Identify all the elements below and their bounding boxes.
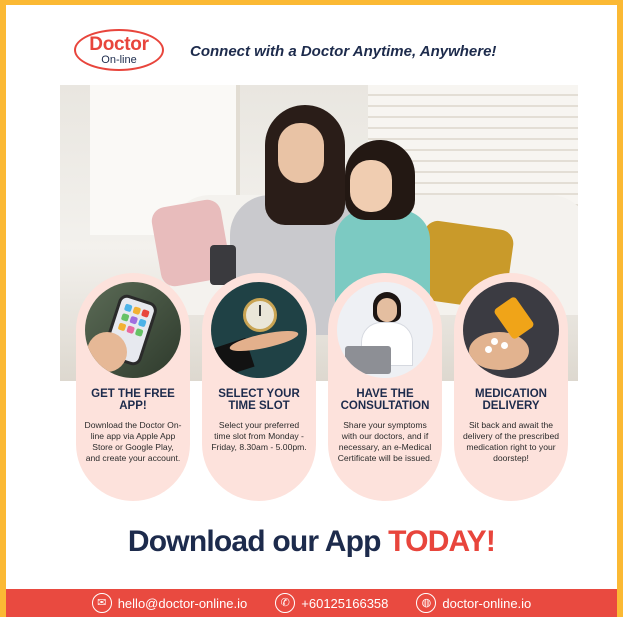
step-description: Download the Doctor On-line app via Appl…	[84, 420, 182, 463]
footer-phone[interactable]: ✆ +60125166358	[275, 593, 388, 613]
step-card-medication: MEDICATION DELIVERY Sit back and await t…	[454, 273, 568, 501]
pill-bottle-photo	[463, 282, 559, 378]
website-text: doctor-online.io	[442, 595, 532, 611]
step-title: HAVE THE CONSULTATION	[340, 388, 430, 412]
step-title: MEDICATION DELIVERY	[475, 388, 547, 412]
step-title: SELECT YOUR TIME SLOT	[218, 388, 300, 412]
step-card-get-app: GET THE FREE APP! Download the Doctor On…	[76, 273, 190, 501]
phone-icon: ✆	[275, 593, 296, 613]
mail-icon: ✉	[91, 593, 112, 613]
phone-apps-photo	[85, 282, 181, 378]
logo-main-text: Doctor	[89, 33, 149, 55]
cta-text: Download our App	[127, 525, 382, 558]
poster-card: Doctor On-line Connect with a Doctor Any…	[6, 5, 617, 589]
globe-icon: ◍	[416, 593, 437, 613]
step-description: Sit back and await the delivery of the p…	[462, 420, 559, 463]
doctor-consultation-photo	[337, 282, 433, 378]
contact-footer: ✉ hello@doctor-online.io ✆ +60125166358 …	[6, 589, 617, 617]
email-text: hello@doctor-online.io	[117, 595, 248, 611]
step-title: GET THE FREE APP!	[91, 388, 175, 412]
tagline: Connect with a Doctor Anytime, Anywhere!	[190, 43, 497, 60]
step-description: Share your symptoms with our doctors, an…	[337, 420, 433, 463]
footer-website[interactable]: ◍ doctor-online.io	[416, 593, 531, 613]
cta-accent: TODAY!	[388, 525, 496, 558]
logo-sub-text: On-line	[101, 53, 137, 66]
step-description: Select your preferred time slot from Mon…	[211, 420, 307, 452]
step-card-time-slot: SELECT YOUR TIME SLOT Select your prefer…	[202, 273, 316, 501]
step-card-consultation: HAVE THE CONSULTATION Share your symptom…	[328, 273, 442, 501]
download-cta[interactable]: Download our App TODAY!	[6, 525, 617, 559]
clock-in-hand-photo	[211, 282, 307, 378]
doctor-online-logo[interactable]: Doctor On-line	[74, 29, 164, 71]
footer-email[interactable]: ✉ hello@doctor-online.io	[91, 593, 248, 613]
phone-text: +60125166358	[301, 595, 389, 611]
